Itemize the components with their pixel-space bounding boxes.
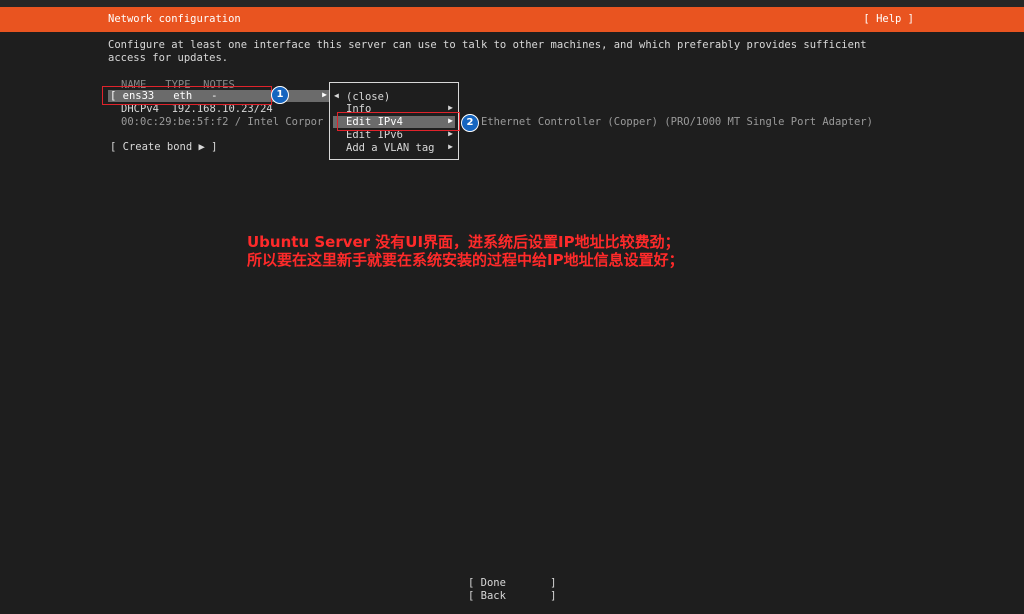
left-arrow-icon: ◀ — [334, 91, 339, 100]
row-menu-arrow-icon: ▶ — [322, 90, 327, 99]
highlight-box-interface — [102, 86, 272, 105]
menu-item-label: (close) — [346, 91, 391, 103]
annotation-text: Ubuntu Server 没有UI界面，进系统后设置IP地址比较费劲； 所以要在… — [247, 233, 684, 269]
menu-item-add-vlan[interactable]: Add a VLAN tag ▶ — [333, 142, 455, 154]
right-arrow-icon: ▶ — [448, 142, 453, 151]
annotation-line-2: 所以要在这里新手就要在系统安装的过程中给IP地址信息设置好； — [247, 251, 684, 269]
mac-address-line: 00:0c:29:be:5f:f2 / Intel Corpor — [121, 116, 324, 128]
intro-text: Configure at least one interface this se… — [108, 39, 867, 64]
step-badge-1: 1 — [271, 86, 289, 104]
done-button[interactable]: [ Done ] — [468, 577, 557, 589]
annotation-line-1: Ubuntu Server 没有UI界面，进系统后设置IP地址比较费劲； — [247, 233, 680, 251]
top-strip — [0, 0, 1024, 7]
menu-item-label: Add a VLAN tag — [346, 142, 435, 154]
step-badge-2: 2 — [461, 114, 479, 132]
help-button[interactable]: [ Help ] — [863, 13, 914, 25]
highlight-box-edit-ipv4 — [337, 112, 460, 131]
header-bar: Network configuration [ Help ] — [0, 7, 1024, 32]
back-button[interactable]: [ Back ] — [468, 590, 557, 602]
adapter-description: Ethernet Controller (Copper) (PRO/1000 M… — [481, 116, 873, 128]
create-bond-button[interactable]: [ Create bond ▶ ] — [110, 141, 217, 153]
menu-item-close[interactable]: ◀ (close) — [333, 91, 455, 103]
right-arrow-icon: ▶ — [448, 103, 453, 112]
page-title: Network configuration — [108, 13, 241, 25]
